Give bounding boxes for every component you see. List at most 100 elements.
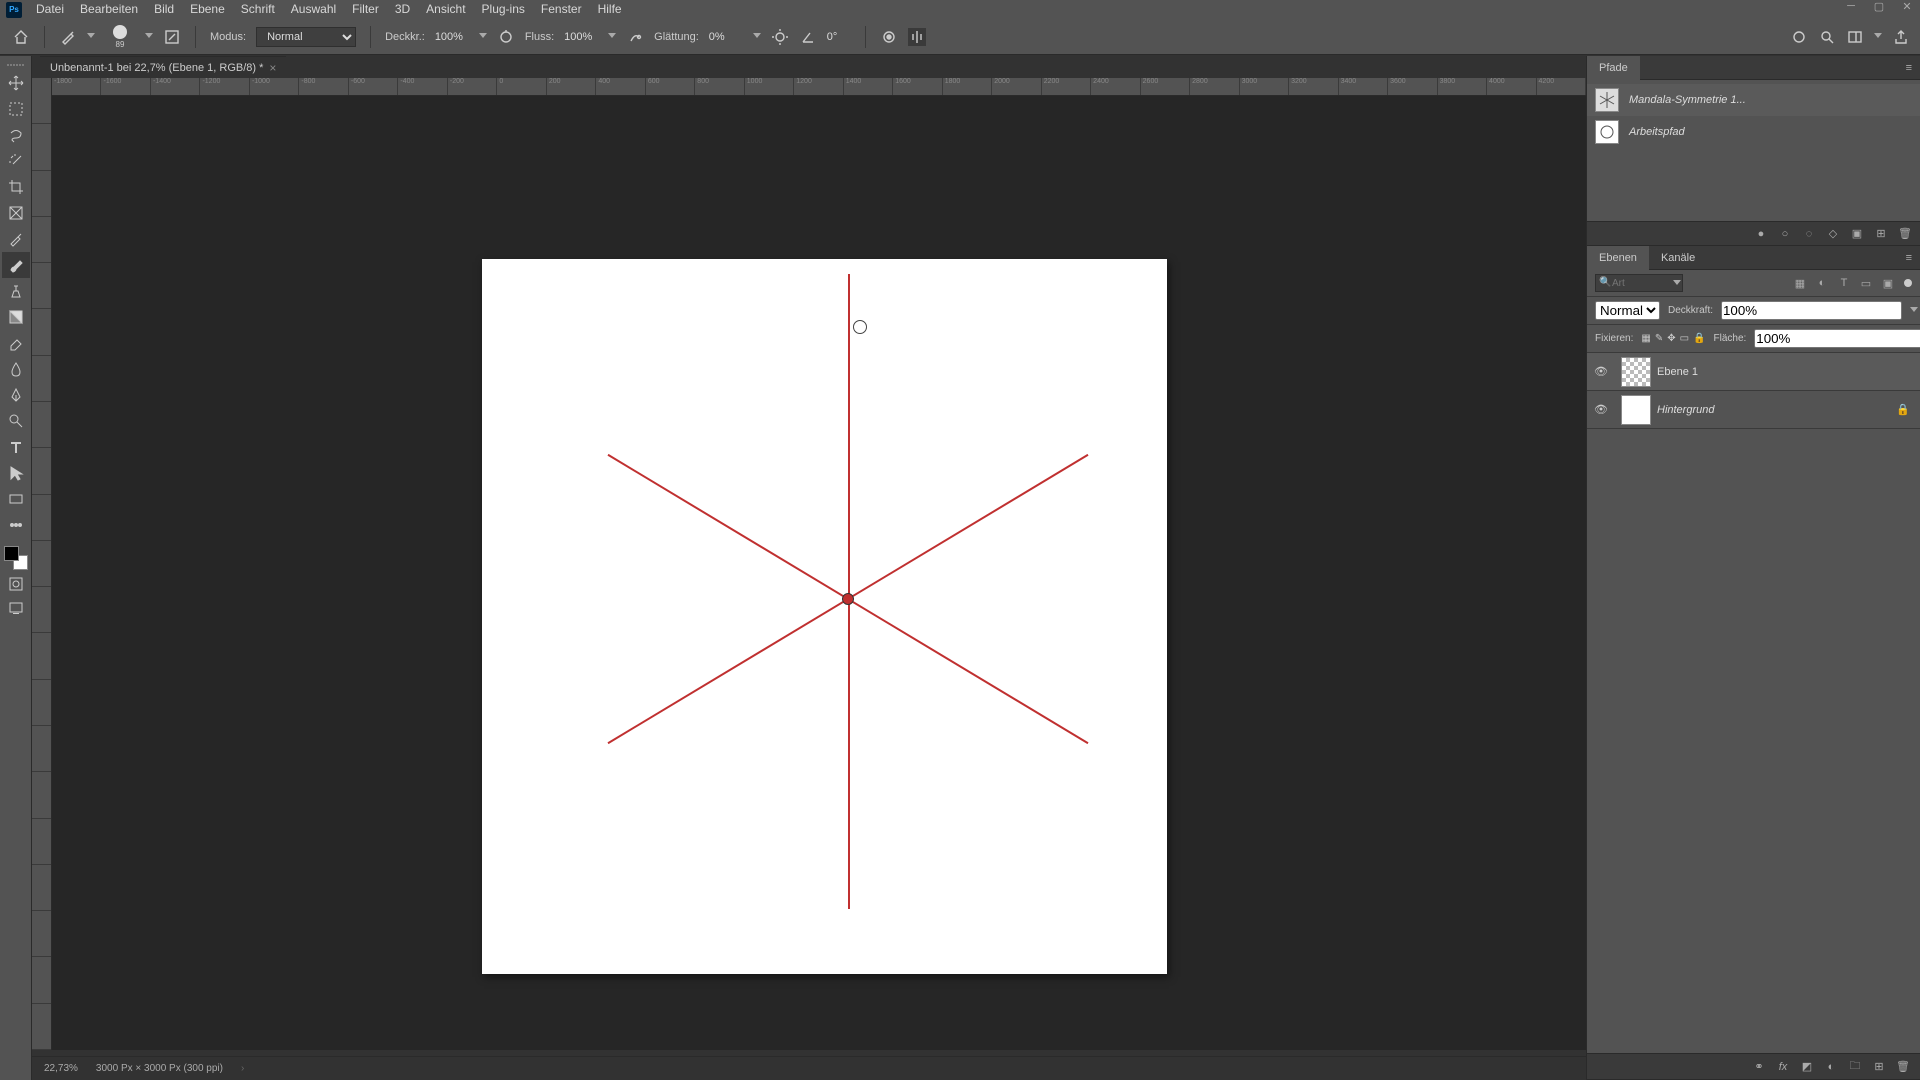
menu-schrift[interactable]: Schrift xyxy=(233,0,283,19)
menu-auswahl[interactable]: Auswahl xyxy=(283,0,344,19)
layer-group-icon[interactable]: 🗀 xyxy=(1848,1060,1862,1074)
lasso-tool[interactable] xyxy=(2,122,30,148)
opacity-input[interactable] xyxy=(435,31,469,43)
dodge-tool[interactable] xyxy=(2,408,30,434)
layer-row[interactable]: 👁 Ebene 1 xyxy=(1587,353,1920,391)
filter-smart-icon[interactable]: ▣ xyxy=(1880,275,1896,291)
lock-paint-icon[interactable]: ✎ xyxy=(1655,333,1663,344)
status-dropdown-icon[interactable]: › xyxy=(241,1063,244,1074)
link-layers-icon[interactable]: ⚭ xyxy=(1752,1060,1766,1074)
filter-pixel-icon[interactable]: ▦ xyxy=(1792,275,1808,291)
menu-datei[interactable]: Datei xyxy=(28,0,72,19)
frame-tool[interactable] xyxy=(2,200,30,226)
path-to-selection-icon[interactable]: ◌ xyxy=(1802,227,1816,241)
menu-bild[interactable]: Bild xyxy=(146,0,182,19)
angle-input[interactable] xyxy=(827,31,851,43)
layer-name[interactable]: Hintergrund xyxy=(1657,404,1714,416)
add-mask-icon[interactable]: ▣ xyxy=(1850,227,1864,241)
flow-input[interactable] xyxy=(564,31,598,43)
color-swatches[interactable] xyxy=(4,546,28,570)
symmetry-icon[interactable] xyxy=(908,28,926,46)
lock-icon[interactable]: 🔒 xyxy=(1896,403,1910,416)
smoothing-settings-icon[interactable] xyxy=(771,28,789,46)
rectangle-tool[interactable] xyxy=(2,486,30,512)
screen-mode-toggle[interactable] xyxy=(4,598,28,618)
smoothing-input[interactable] xyxy=(709,31,743,43)
artboard[interactable] xyxy=(482,259,1167,974)
tool-preset-dropdown[interactable] xyxy=(87,33,95,41)
delete-path-icon[interactable]: 🗑 xyxy=(1898,227,1912,241)
filter-type-icon[interactable]: T xyxy=(1836,275,1852,291)
panel-menu-icon[interactable]: ≡ xyxy=(1898,62,1920,74)
opacity-dropdown[interactable] xyxy=(479,33,487,41)
zoom-level[interactable]: 22,73% xyxy=(44,1063,78,1074)
path-item[interactable]: Arbeitspfad xyxy=(1587,116,1920,148)
lock-transparent-icon[interactable]: ▦ xyxy=(1641,333,1650,344)
fill-input[interactable] xyxy=(1754,329,1920,348)
ruler-vertical[interactable] xyxy=(32,78,52,1050)
workspace-dropdown[interactable] xyxy=(1874,33,1882,41)
brush-panel-icon[interactable] xyxy=(163,28,181,46)
brush-tool-icon[interactable] xyxy=(59,28,77,46)
maximize-button[interactable]: ▢ xyxy=(1870,0,1888,13)
selection-to-path-icon[interactable]: ◇ xyxy=(1826,227,1840,241)
new-path-icon[interactable]: ⊞ xyxy=(1874,227,1888,241)
brush-tool-button[interactable] xyxy=(2,252,30,278)
filter-toggle-icon[interactable] xyxy=(1904,279,1912,287)
brush-preview[interactable]: 89 xyxy=(105,22,135,52)
close-tab-icon[interactable]: × xyxy=(269,57,276,79)
brush-settings-dropdown[interactable] xyxy=(145,33,153,41)
visibility-toggle-icon[interactable]: 👁 xyxy=(1587,365,1615,378)
eyedropper-tool[interactable] xyxy=(2,226,30,252)
gradient-tool[interactable] xyxy=(2,304,30,330)
menu-plugins[interactable]: Plug-ins xyxy=(474,0,533,19)
fill-path-icon[interactable]: ● xyxy=(1754,227,1768,241)
toolbox-grip[interactable] xyxy=(6,64,26,66)
home-icon[interactable] xyxy=(12,28,30,46)
cloud-docs-icon[interactable] xyxy=(1790,28,1808,46)
blur-tool[interactable] xyxy=(2,356,30,382)
move-tool[interactable] xyxy=(2,70,30,96)
document-tab[interactable]: Unbenannt-1 bei 22,7% (Ebene 1, RGB/8) *… xyxy=(40,56,286,79)
crop-tool[interactable] xyxy=(2,174,30,200)
lock-position-icon[interactable]: ✥ xyxy=(1667,333,1675,344)
workspace-icon[interactable] xyxy=(1846,28,1864,46)
layer-thumbnail[interactable] xyxy=(1621,395,1651,425)
menu-bearbeiten[interactable]: Bearbeiten xyxy=(72,0,146,19)
wand-tool[interactable] xyxy=(2,148,30,174)
menu-filter[interactable]: Filter xyxy=(344,0,387,19)
layer-opacity-input[interactable] xyxy=(1721,301,1902,320)
pen-tool[interactable] xyxy=(2,382,30,408)
close-window-button[interactable]: ✕ xyxy=(1898,0,1916,13)
panel-menu-icon[interactable]: ≡ xyxy=(1898,252,1920,264)
menu-ansicht[interactable]: Ansicht xyxy=(418,0,473,19)
channels-tab[interactable]: Kanäle xyxy=(1649,246,1707,270)
chevron-down-icon[interactable] xyxy=(1673,280,1681,288)
airbrush-icon[interactable] xyxy=(626,28,644,46)
path-selection-tool[interactable] xyxy=(2,460,30,486)
menu-ebene[interactable]: Ebene xyxy=(182,0,233,19)
canvas-area[interactable] xyxy=(52,96,1586,1050)
stroke-path-icon[interactable]: ○ xyxy=(1778,227,1792,241)
layer-style-icon[interactable]: fx xyxy=(1776,1060,1790,1074)
document-info[interactable]: 3000 Px × 3000 Px (300 ppi) xyxy=(96,1063,223,1074)
minimize-button[interactable]: ─ xyxy=(1842,0,1860,13)
blend-mode-select[interactable]: Normal xyxy=(256,27,356,47)
marquee-tool[interactable] xyxy=(2,96,30,122)
layer-name[interactable]: Ebene 1 xyxy=(1657,366,1698,378)
visibility-toggle-icon[interactable]: 👁 xyxy=(1587,403,1615,416)
filter-shape-icon[interactable]: ▭ xyxy=(1858,275,1874,291)
delete-layer-icon[interactable]: 🗑 xyxy=(1896,1060,1910,1074)
menu-hilfe[interactable]: Hilfe xyxy=(590,0,630,19)
layer-mask-icon[interactable]: ◩ xyxy=(1800,1060,1814,1074)
filter-adjustment-icon[interactable]: ◐ xyxy=(1814,275,1830,291)
flow-dropdown[interactable] xyxy=(608,33,616,41)
layer-blend-mode-select[interactable]: Normal xyxy=(1595,301,1660,320)
more-tools[interactable] xyxy=(2,512,30,538)
paths-tab[interactable]: Pfade xyxy=(1587,56,1640,80)
search-icon[interactable] xyxy=(1818,28,1836,46)
lock-artboard-icon[interactable]: ▭ xyxy=(1680,333,1689,344)
menu-3d[interactable]: 3D xyxy=(387,0,418,19)
type-tool[interactable] xyxy=(2,434,30,460)
eraser-tool[interactable] xyxy=(2,330,30,356)
